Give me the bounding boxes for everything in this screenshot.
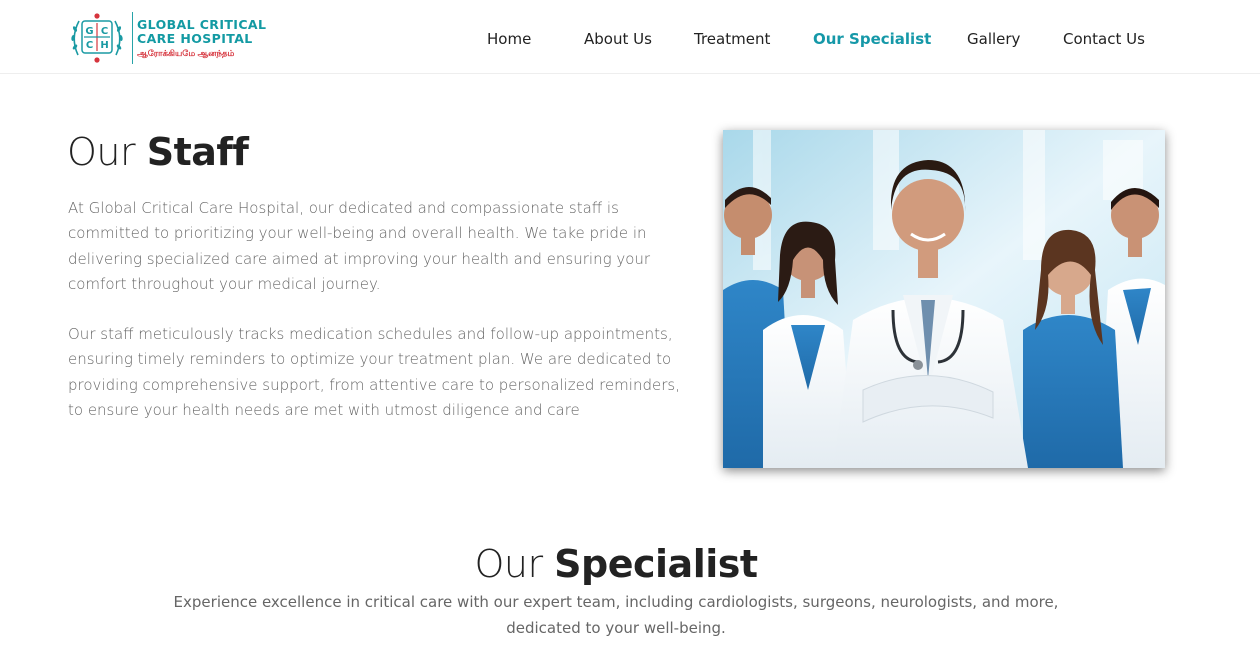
medical-team-illustration (723, 130, 1165, 468)
staff-heading: Our Staff (67, 130, 249, 174)
nav-about-us[interactable]: About Us (584, 30, 652, 48)
specialist-description: Experience excellence in critical care w… (173, 593, 1059, 637)
nav-contact-us[interactable]: Contact Us (1063, 30, 1145, 48)
main-nav: Home About Us Treatment Our Specialist G… (0, 0, 1260, 74)
nav-our-specialist[interactable]: Our Specialist (813, 30, 931, 48)
specialist-heading: Our Specialist (0, 542, 1232, 586)
staff-heading-bold: Staff (146, 130, 249, 174)
site-header: G C C H GLOBAL CRITICAL CARE HOSPITAL ஆர… (0, 0, 1260, 74)
staff-paragraph-1: At Global Critical Care Hospital, our de… (68, 199, 651, 293)
specialist-heading-light: Our (474, 542, 555, 586)
staff-paragraph-2: Our staff meticulously tracks medication… (68, 325, 680, 419)
staff-heading-light: Our (67, 130, 147, 174)
nav-gallery[interactable]: Gallery (967, 30, 1020, 48)
medical-team-photo (723, 130, 1165, 468)
nav-treatment[interactable]: Treatment (694, 30, 770, 48)
nav-home[interactable]: Home (487, 30, 531, 48)
specialist-heading-bold: Specialist (554, 542, 758, 586)
